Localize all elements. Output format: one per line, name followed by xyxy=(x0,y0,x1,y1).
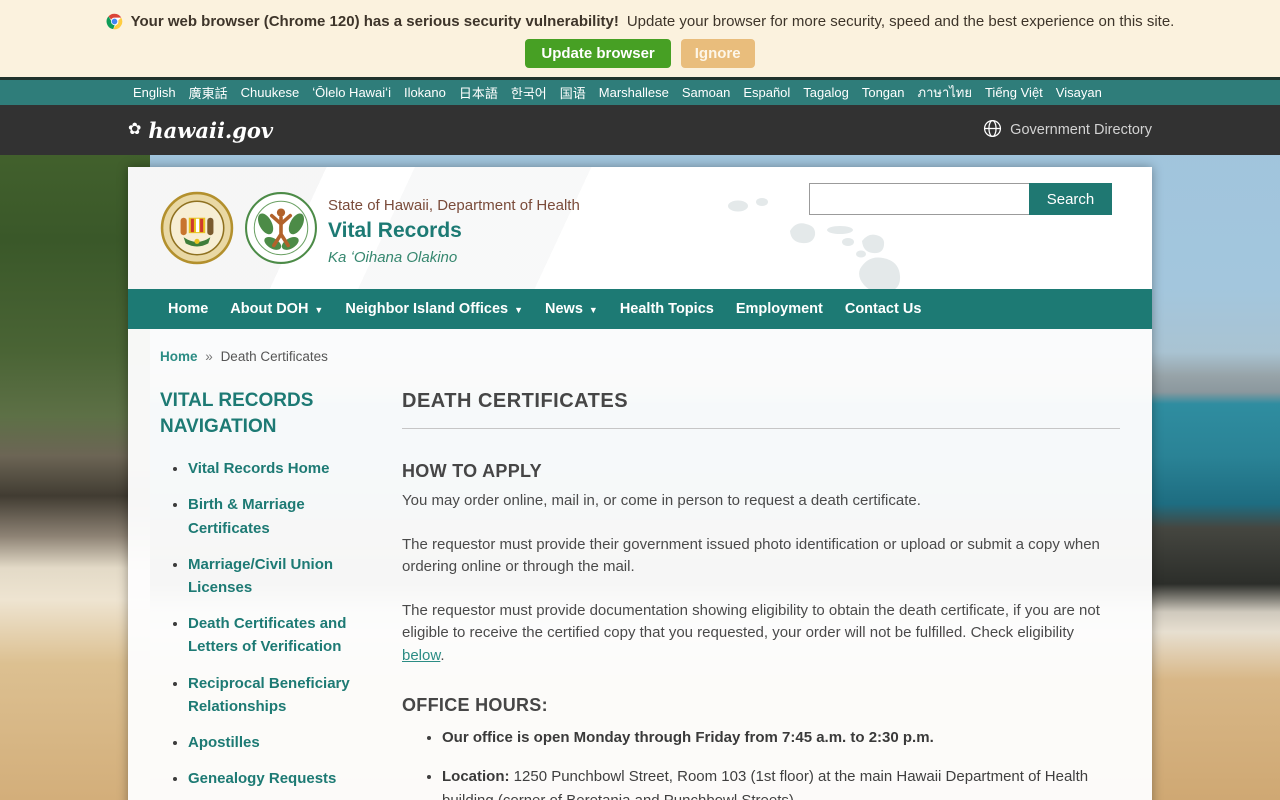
nav-item-about-doh[interactable]: About DOH ▼ xyxy=(230,301,323,317)
nav-item-news[interactable]: News ▼ xyxy=(545,301,598,317)
language-link-tagalog[interactable]: Tagalog xyxy=(803,85,849,100)
office-hours-item-hours: Our office is open Monday through Friday… xyxy=(442,726,1120,749)
site-subtitle-hawaiian: Ka ʻOihana Olakino xyxy=(328,249,458,266)
sidebar-item-reciprocal-beneficiary[interactable]: Reciprocal Beneficiary Relationships xyxy=(188,675,350,715)
nav-label: About DOH xyxy=(230,301,309,317)
office-hours-bold: Our office is open Monday through Friday… xyxy=(442,729,934,746)
list-item: Reciprocal Beneficiary Relationships xyxy=(188,672,372,718)
hibiscus-icon: ✿ xyxy=(128,121,142,138)
office-hours-item-location: Location: 1250 Punchbowl Street, Room 10… xyxy=(442,765,1120,800)
sidebar-item-birth-marriage-certificates[interactable]: Birth & Marriage Certificates xyxy=(188,496,305,536)
vital-records-sidebar: Vital Records Navigation Vital Records H… xyxy=(160,388,372,800)
office-hours-heading: OFFICE HOURS: xyxy=(402,695,548,715)
search-button[interactable]: Search xyxy=(1029,183,1112,215)
nav-label: News xyxy=(545,301,583,317)
breadcrumb-home-link[interactable]: Home xyxy=(160,349,198,364)
government-directory-label: Government Directory xyxy=(1010,122,1152,138)
site-header: State of Hawaii, Department of Health Vi… xyxy=(128,167,1152,289)
nav-label: Neighbor Island Offices xyxy=(345,301,509,317)
sidebar-item-vital-records-home[interactable]: Vital Records Home xyxy=(188,460,329,477)
browser-update-banner: Your web browser (Chrome 120) has a seri… xyxy=(0,0,1280,80)
chrome-icon xyxy=(106,13,123,30)
main-column: DEATH CERTIFICATES HOW TO APPLY You may … xyxy=(402,388,1120,800)
language-link-chuukese[interactable]: Chuukese xyxy=(241,85,300,100)
page-title: DEATH CERTIFICATES xyxy=(402,390,629,412)
breadcrumb-separator: » xyxy=(205,349,213,364)
nav-label: Employment xyxy=(735,301,823,317)
list-item: Birth & Marriage Certificates xyxy=(188,493,372,539)
language-link-mandarin[interactable]: 国语 xyxy=(560,83,586,102)
page-container: State of Hawaii, Department of Health Vi… xyxy=(128,167,1152,800)
list-item: Genealogy Requests xyxy=(188,767,372,790)
ignore-button[interactable]: Ignore xyxy=(680,39,755,68)
language-link-japanese[interactable]: 日本語 xyxy=(459,83,498,102)
list-item: Apostilles xyxy=(188,731,372,754)
sidebar-item-death-certificates[interactable]: Death Certificates and Letters of Verifi… xyxy=(188,615,346,655)
list-item: Vital Records Home xyxy=(188,457,372,480)
language-link-hawaiian[interactable]: ʻŌlelo Hawaiʻi xyxy=(312,85,391,100)
sidebar-title: Vital Records Navigation xyxy=(160,390,314,437)
banner-message-bold: Your web browser (Chrome 120) has a seri… xyxy=(130,13,619,30)
office-hours-text: 1250 Punchbowl Street, Room 103 (1st flo… xyxy=(442,768,1089,800)
department-of-health-seal xyxy=(244,191,318,265)
main-navigation: Home About DOH ▼ Neighbor Island Offices ▼… xyxy=(128,289,1152,329)
how-to-apply-paragraph-2: The requestor must provide their governm… xyxy=(402,535,1100,576)
sidebar-item-apostilles[interactable]: Apostilles xyxy=(188,734,260,751)
language-link-english[interactable]: English xyxy=(133,85,176,100)
language-link-thai[interactable]: ภาษาไทย xyxy=(918,82,972,103)
search-input[interactable] xyxy=(809,183,1029,215)
hawaii-gov-logo-text: hawaii.gov xyxy=(148,117,274,143)
content-area: Home » Death Certificates Vital Records … xyxy=(128,329,1152,800)
state-of-hawaii-seal xyxy=(160,191,234,265)
list-item: Marriage/Civil Union Licenses xyxy=(188,553,372,599)
government-directory-link[interactable]: Government Directory xyxy=(983,119,1152,142)
language-link-ilokano[interactable]: Ilokano xyxy=(404,85,446,100)
update-browser-button[interactable]: Update browser xyxy=(525,39,671,68)
chevron-down-icon: ▼ xyxy=(314,305,324,315)
globe-icon xyxy=(983,119,1002,142)
sidebar-item-genealogy-requests[interactable]: Genealogy Requests xyxy=(188,770,336,787)
title-divider xyxy=(402,428,1120,429)
language-link-cantonese[interactable]: 廣東話 xyxy=(189,83,228,102)
nav-label: Health Topics xyxy=(619,301,714,317)
language-link-tongan[interactable]: Tongan xyxy=(862,85,905,100)
chevron-down-icon: ▼ xyxy=(588,305,598,315)
hawaii-gov-bar: ✿ hawaii.gov Government Directory xyxy=(0,105,1280,155)
nav-item-home[interactable]: Home xyxy=(168,301,208,317)
how-to-apply-paragraph-1: You may order online, mail in, or come i… xyxy=(402,492,921,509)
nav-label: Home xyxy=(168,301,209,317)
language-link-visayan[interactable]: Visayan xyxy=(1056,85,1102,100)
language-link-spanish[interactable]: Español xyxy=(743,85,790,100)
breadcrumb-current: Death Certificates xyxy=(220,349,328,364)
agency-name: State of Hawaii, Department of Health xyxy=(328,197,580,214)
nav-item-employment[interactable]: Employment xyxy=(736,301,823,317)
language-bar: English 廣東話 Chuukese ʻŌlelo Hawaiʻi Ilok… xyxy=(0,80,1280,105)
site-title: Vital Records xyxy=(328,219,462,242)
paragraph-text: . xyxy=(440,646,445,664)
nav-item-contact-us[interactable]: Contact Us xyxy=(845,301,922,317)
language-link-marshallese[interactable]: Marshallese xyxy=(599,85,669,100)
how-to-apply-heading: HOW TO APPLY xyxy=(402,461,542,481)
language-link-samoan[interactable]: Samoan xyxy=(682,85,730,100)
breadcrumb: Home » Death Certificates xyxy=(160,349,1120,364)
chevron-down-icon: ▼ xyxy=(514,305,524,315)
hawaii-gov-logo[interactable]: ✿ hawaii.gov xyxy=(128,118,273,143)
language-link-vietnamese[interactable]: Tiếng Việt xyxy=(985,85,1043,100)
nav-label: Contact Us xyxy=(844,301,922,317)
banner-message-rest: Update your browser for more security, s… xyxy=(626,13,1175,30)
language-link-korean[interactable]: 한국어 xyxy=(511,83,547,102)
nav-item-neighbor-island-offices[interactable]: Neighbor Island Offices ▼ xyxy=(345,301,523,317)
office-hours-bold: Location: xyxy=(442,768,510,786)
list-item: Death Certificates and Letters of Verifi… xyxy=(188,612,372,658)
sidebar-item-marriage-civil-union-licenses[interactable]: Marriage/Civil Union Licenses xyxy=(188,556,333,596)
how-to-apply-paragraph-3: The requestor must provide documentation… xyxy=(402,600,1120,668)
paragraph-text: The requestor must provide documentation… xyxy=(402,601,1100,642)
eligibility-below-link[interactable]: below xyxy=(402,647,440,664)
nav-item-health-topics[interactable]: Health Topics xyxy=(620,301,714,317)
